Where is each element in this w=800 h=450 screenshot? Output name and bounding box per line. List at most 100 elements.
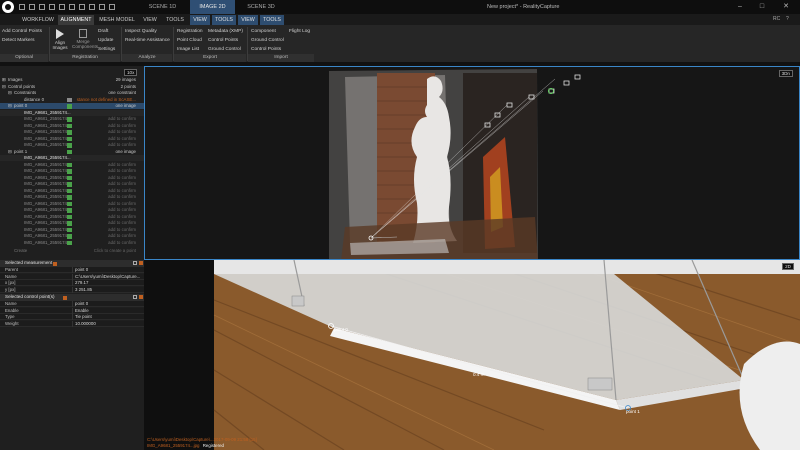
tab-scene-3d[interactable]: SCENE 3D [236, 0, 286, 14]
close-button[interactable]: ✕ [776, 0, 796, 14]
add-to-confirm-label[interactable]: add to confirm [108, 129, 136, 135]
inspect-quality-button[interactable]: Inspect Quality [125, 29, 157, 34]
tree-control-points[interactable]: ⊟ Control points 2 points [0, 84, 144, 90]
tab-workflow[interactable]: WORKFLOW [22, 15, 54, 25]
settings-button[interactable]: Settings [98, 47, 115, 52]
tree-image-row[interactable]: IMG_A9681_2559174... add to confirm [0, 168, 144, 174]
image-checkbox[interactable] [67, 201, 72, 206]
tree-image-row[interactable]: IMG_A9681_2559174... add to confirm [0, 227, 144, 233]
export-metadata-button[interactable]: Metadata (XMP) [208, 29, 243, 34]
panel-close-icon[interactable] [139, 295, 143, 299]
import-component-button[interactable]: Component [251, 29, 276, 34]
tree-image-row[interactable]: IMG_A9681_2559174... add to confirm [0, 116, 144, 122]
tree-image-row[interactable]: IMG_A9681_2559174... add to confirm [0, 233, 144, 239]
tree-point-1[interactable]: ⊟ point 1 one image [0, 149, 144, 155]
tree-image-row[interactable]: IMG_A9681_2559174... add to confirm [0, 181, 144, 187]
panel-options-icon[interactable] [133, 295, 137, 299]
panel-pin-icon[interactable] [63, 295, 67, 300]
add-control-points-button[interactable]: Add Control Points [2, 29, 42, 34]
draft-button[interactable]: Draft [98, 29, 108, 34]
merge-components-button[interactable]: Merge Components [72, 28, 98, 54]
export-ground-control-button[interactable]: Ground Control [208, 47, 241, 52]
maximize-button[interactable]: □ [752, 0, 772, 14]
tree-image-row[interactable]: IMG_A9681_2559174... add to confirm [0, 240, 144, 246]
tab-context-view[interactable]: VIEW [190, 15, 210, 25]
tree-point-1-image[interactable]: IMG_A9681_2559174... [0, 155, 144, 162]
tab-tools[interactable]: TOOLS [164, 15, 186, 25]
add-to-confirm-label[interactable]: add to confirm [108, 175, 136, 181]
property-value[interactable]: C:\Users\yumi\Desktop\Capture... [75, 274, 140, 280]
panel-options-icon[interactable] [133, 261, 137, 265]
open-project-icon[interactable] [28, 3, 36, 11]
property-value[interactable]: 279.17 [75, 280, 88, 286]
scene-3d-viewport[interactable]: 3Dn [144, 66, 800, 260]
property-row[interactable]: Enable Enable [0, 307, 144, 314]
property-row[interactable]: x [px] 279.17 [0, 280, 144, 287]
image-checkbox[interactable] [67, 123, 72, 128]
tree-create[interactable]: Create Click to create a point [0, 248, 144, 254]
detect-markers-button[interactable]: Detect Markers [2, 38, 35, 43]
real-time-assistance-button[interactable]: Real-time Assistance [125, 38, 170, 43]
tree-image-row[interactable]: IMG_A9681_2559174... add to confirm [0, 142, 144, 148]
property-value[interactable]: Enable [75, 308, 89, 314]
add-to-confirm-label[interactable]: add to confirm [108, 136, 136, 142]
tree-image-row[interactable]: IMG_A9681_2559174... add to confirm [0, 123, 144, 129]
image-checkbox[interactable] [67, 214, 72, 219]
add-to-confirm-label[interactable]: add to confirm [108, 201, 136, 207]
tree-image-row[interactable]: IMG_A9681_2559174... add to confirm [0, 214, 144, 220]
tree-image-row[interactable]: IMG_A9681_2559174... add to confirm [0, 220, 144, 226]
add-to-confirm-label[interactable]: add to confirm [108, 194, 136, 200]
export-control-points-button[interactable]: Control Points [208, 38, 238, 43]
tab-scene-1d[interactable]: SCENE 1D [135, 0, 190, 14]
property-row[interactable]: Name C:\Users\yumi\Desktop\Capture... [0, 273, 144, 280]
tree-image-row[interactable]: IMG_A9681_2559174... add to confirm [0, 201, 144, 207]
image-checkbox[interactable] [67, 240, 72, 245]
layout-icon[interactable] [48, 3, 56, 11]
tree-constraints[interactable]: ⊟ Constraints one constraint [0, 90, 144, 96]
tab-context-tools-3d[interactable]: TOOLS [260, 15, 284, 25]
point-0-checkbox[interactable] [67, 104, 72, 109]
add-to-confirm-label[interactable]: add to confirm [108, 123, 136, 129]
tree-point-0[interactable]: ⊟ point 0 one image [0, 103, 144, 110]
property-row[interactable]: Type Tie point [0, 314, 144, 321]
tree-image-row[interactable]: IMG_A9681_2559174... add to confirm [0, 129, 144, 135]
tree-image-row[interactable]: IMG_A9681_2559174... add to confirm [0, 188, 144, 194]
tab-mesh-model[interactable]: MESH MODEL [98, 15, 136, 25]
tree-images[interactable]: ⊞ Images 29 images [0, 77, 144, 83]
image-checkbox[interactable] [67, 188, 72, 193]
property-value[interactable]: point 0 [75, 301, 88, 307]
tree-point-0-image[interactable]: IMG_A9681_2559174... [0, 109, 144, 116]
new-project-icon[interactable] [18, 3, 26, 11]
add-to-confirm-label[interactable]: add to confirm [108, 188, 136, 194]
add-to-confirm-label[interactable]: add to confirm [108, 220, 136, 226]
export-image-list-button[interactable]: Image List [177, 47, 199, 52]
panel-close-icon[interactable] [139, 261, 143, 265]
tab-image-2d[interactable]: IMAGE 2D [190, 0, 235, 14]
property-value[interactable]: 10.000000 [75, 321, 96, 327]
property-row[interactable]: Parent point 0 [0, 267, 144, 274]
image-checkbox[interactable] [67, 169, 72, 174]
save-project-icon[interactable] [38, 3, 46, 11]
property-value[interactable]: Tie point [75, 314, 92, 320]
property-row[interactable]: Name point 0 [0, 301, 144, 308]
control-point-0-label[interactable]: point 0 [334, 327, 348, 332]
tree-image-row[interactable]: IMG_A9681_2559174... add to confirm [0, 136, 144, 142]
layout-icon[interactable] [98, 3, 106, 11]
image-2d-viewport[interactable]: 2D point 0 point 1 0.4 m C:\Users\yumi\D… [144, 260, 800, 450]
import-control-points-button[interactable]: Control Points [251, 47, 281, 52]
add-to-confirm-label[interactable]: add to confirm [108, 162, 136, 168]
layout-icon[interactable] [88, 3, 96, 11]
image-checkbox[interactable] [67, 208, 72, 213]
layout-icon[interactable] [78, 3, 86, 11]
tab-alignment[interactable]: ALIGNMENT [58, 15, 94, 25]
image-checkbox[interactable] [67, 182, 72, 187]
align-images-button[interactable]: Align Images [50, 28, 70, 54]
update-button[interactable]: Update [98, 38, 113, 43]
tree-image-row[interactable]: IMG_A9681_2559174... add to confirm [0, 207, 144, 213]
add-to-confirm-label[interactable]: add to confirm [108, 168, 136, 174]
add-to-confirm-label[interactable]: add to confirm [108, 227, 136, 233]
add-to-confirm-label[interactable]: add to confirm [108, 233, 136, 239]
help-button[interactable]: ? [786, 16, 789, 22]
property-row[interactable]: Weight 10.000000 [0, 320, 144, 327]
image-checkbox[interactable] [67, 195, 72, 200]
